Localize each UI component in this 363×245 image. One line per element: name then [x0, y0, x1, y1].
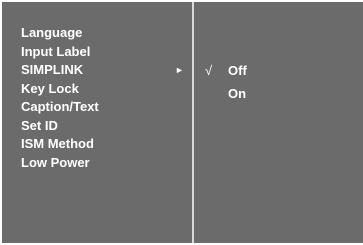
menu-item-set-id[interactable]: Set ID — [2, 117, 190, 136]
option-on[interactable]: On — [194, 82, 363, 105]
menu-item-low-power[interactable]: Low Power — [2, 154, 190, 173]
submenu-arrow-icon: ► — [175, 65, 184, 75]
option-label: Off — [228, 63, 247, 78]
menu-item-label: Caption/Text — [21, 99, 99, 114]
menu-item-label: Input Label — [21, 43, 91, 59]
menu-item-label: Key Lock — [21, 80, 79, 96]
option-label: On — [228, 86, 247, 101]
menu-item-label: SIMPLINK — [21, 62, 84, 77]
option-off[interactable]: √ Off — [194, 59, 363, 82]
simplink-option-list: √ Off On — [194, 59, 363, 105]
tv-menu-screen: Language Input Label SIMPLINK ► Key Lock… — [2, 2, 363, 243]
menu-item-key-lock[interactable]: Key Lock — [2, 80, 190, 99]
menu-item-language[interactable]: Language — [2, 24, 190, 43]
simplink-submenu-panel: √ Off On — [194, 2, 363, 243]
menu-item-ism-method[interactable]: ISM Method — [2, 135, 190, 154]
menu-item-simplink[interactable]: SIMPLINK ► — [2, 61, 190, 80]
menu-item-label: Language — [21, 25, 83, 40]
menu-item-label: Set ID — [21, 117, 58, 133]
option-menu-list: Language Input Label SIMPLINK ► Key Lock… — [2, 24, 190, 172]
menu-item-label: ISM Method — [21, 136, 94, 151]
menu-item-label: Low Power — [21, 154, 90, 170]
check-mark-icon: √ — [205, 63, 213, 78]
menu-item-caption-text[interactable]: Caption/Text — [2, 98, 190, 117]
menu-item-input-label[interactable]: Input Label — [2, 43, 190, 62]
option-menu-panel: Language Input Label SIMPLINK ► Key Lock… — [2, 2, 190, 243]
